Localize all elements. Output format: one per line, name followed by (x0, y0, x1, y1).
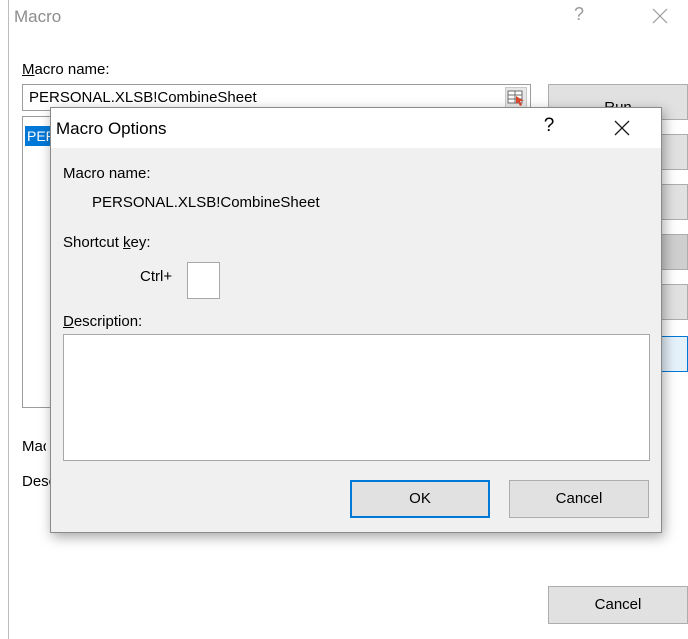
macro-options-dialog: Macro Options ? Macro name: PERSONAL.XLS… (50, 107, 662, 533)
options-help-button[interactable]: ? (537, 115, 561, 139)
shortcut-key-label: Shortcut key: (63, 234, 151, 251)
description-input[interactable] (63, 334, 650, 461)
description-label: Description: (63, 313, 143, 330)
description-label-background: Description (22, 473, 50, 490)
options-macro-name-label: Macro name: (63, 165, 151, 182)
macro-close-button[interactable] (650, 6, 670, 26)
macro-name-value: PERSONAL.XLSB!CombineSheet (29, 89, 257, 106)
window-border (8, 0, 9, 639)
cancel-button[interactable]: Cancel (509, 480, 649, 518)
sheet-reference-button[interactable] (505, 87, 527, 108)
macro-name-label: Macro name: (22, 61, 110, 78)
ctrl-label: Ctrl+ (140, 268, 173, 285)
shortcut-key-input[interactable] (187, 262, 220, 299)
options-dialog-title: Macro Options (56, 119, 167, 138)
options-macro-name-value: PERSONAL.XLSB!CombineSheet (92, 194, 320, 211)
macros-in-label: Macros in: (22, 438, 46, 455)
ok-button[interactable]: OK (350, 480, 490, 518)
options-close-button[interactable] (611, 117, 633, 139)
close-icon (614, 120, 630, 136)
range-select-icon (507, 90, 524, 106)
options-titlebar: Macro Options ? (51, 108, 661, 148)
macro-dialog-title: Macro (14, 7, 62, 26)
close-icon (652, 8, 668, 24)
macro-cancel-button[interactable]: Cancel (548, 586, 688, 624)
macro-help-button[interactable]: ? (574, 4, 584, 25)
